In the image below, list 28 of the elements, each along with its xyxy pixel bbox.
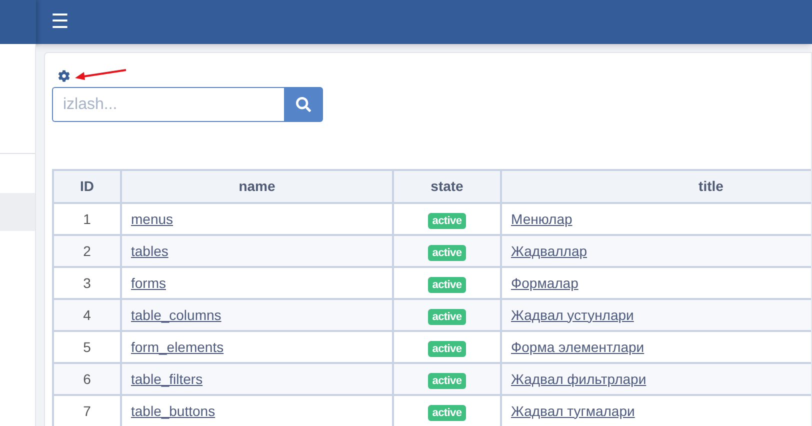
annotation-arrow bbox=[74, 68, 128, 80]
column-header: ID bbox=[53, 170, 121, 203]
name-link[interactable]: table_filters bbox=[131, 370, 203, 386]
table-cell: 7 bbox=[53, 395, 121, 426]
title-link[interactable]: Менюлар bbox=[511, 210, 572, 226]
name-link[interactable]: table_columns bbox=[131, 306, 222, 322]
status-badge: active bbox=[428, 276, 466, 292]
status-badge: active bbox=[428, 308, 466, 324]
column-header: name bbox=[121, 170, 393, 203]
status-badge: active bbox=[428, 212, 466, 228]
status-badge: active bbox=[428, 404, 466, 420]
search-button[interactable] bbox=[284, 87, 323, 122]
title-link[interactable]: Формалар bbox=[511, 274, 578, 290]
name-link[interactable]: tables bbox=[131, 242, 168, 258]
title-link[interactable]: Жадваллар bbox=[511, 242, 588, 258]
name-link[interactable]: forms bbox=[131, 274, 166, 290]
status-badge: active bbox=[428, 244, 466, 260]
status-badge: active bbox=[428, 340, 466, 356]
name-link[interactable]: menus bbox=[131, 210, 174, 226]
search-field[interactable]: izlash... bbox=[52, 87, 284, 122]
search-icon bbox=[296, 97, 311, 112]
title-link[interactable]: Жадвал устунлари bbox=[511, 306, 634, 322]
name-link[interactable]: table_buttons bbox=[131, 402, 216, 418]
status-badge: active bbox=[428, 372, 466, 388]
column-header: title bbox=[501, 170, 811, 203]
menu-button[interactable]: ☰ bbox=[51, 12, 69, 32]
name-link[interactable]: form_elements bbox=[131, 338, 224, 354]
settings-icon[interactable] bbox=[58, 70, 70, 82]
